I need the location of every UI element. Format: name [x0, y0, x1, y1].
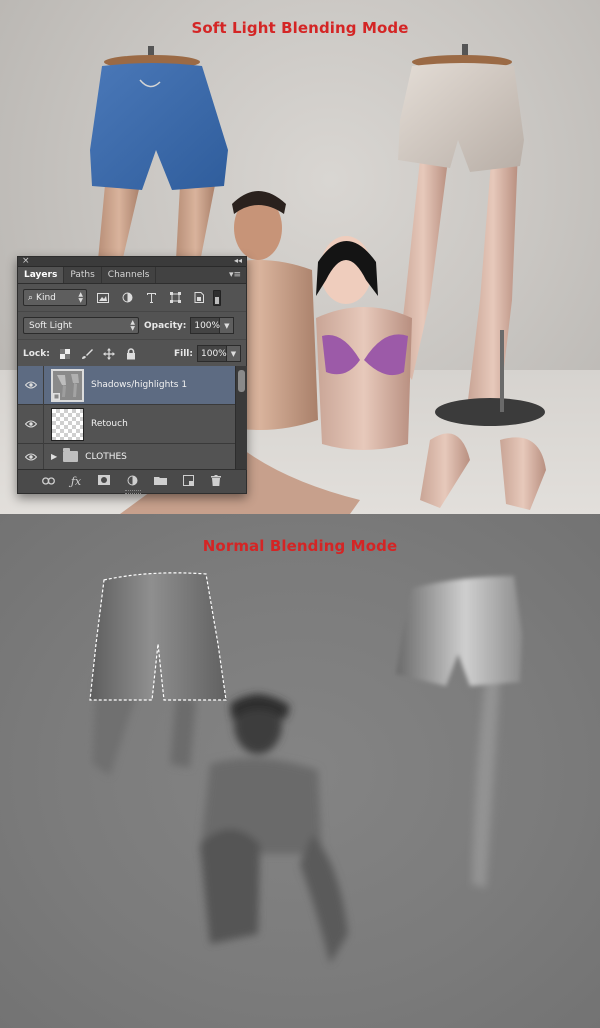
bottom-caption: Normal Blending Mode	[202, 537, 398, 555]
smart-object-filter-icon[interactable]	[191, 290, 207, 306]
adjustment-icon[interactable]	[125, 475, 139, 489]
selected-shorts-grayscale	[89, 572, 227, 776]
adjustment-filter-icon[interactable]	[119, 290, 135, 306]
lock-transparency-icon[interactable]	[58, 347, 72, 361]
normal-mode-scene	[89, 572, 522, 964]
layer-name: Shadows/highlights 1	[91, 380, 188, 390]
folder-icon[interactable]	[153, 475, 167, 488]
stepper-icon: ▲ ▼	[78, 291, 83, 304]
blend-mode-value: Soft Light	[29, 320, 73, 331]
kind-label: Kind	[36, 292, 56, 303]
eye-icon[interactable]	[18, 404, 44, 444]
mask-icon[interactable]	[97, 475, 111, 488]
normal-mode-preview: Normal Blending Mode	[0, 514, 600, 1028]
panel-menu-icon[interactable]: ▾≡	[229, 270, 241, 280]
soft-light-preview: Soft Light Blending Mode × ◂◂ Layers Pat…	[0, 0, 600, 514]
scrollbar-thumb[interactable]	[238, 370, 245, 392]
panel-tabs: Layers Paths Channels ▾≡	[18, 267, 246, 284]
blue-shorts-mannequin	[90, 46, 228, 262]
fx-icon[interactable]: ƒx	[69, 475, 83, 488]
tab-paths[interactable]: Paths	[64, 267, 102, 283]
new-layer-icon[interactable]	[181, 474, 195, 489]
tab-layers[interactable]: Layers	[18, 267, 65, 283]
layer-thumbnail	[51, 407, 84, 441]
lock-position-move-icon[interactable]	[102, 347, 116, 361]
blurred-man-grayscale	[200, 694, 348, 964]
tab-channels[interactable]: Channels	[102, 267, 157, 283]
resize-grip[interactable]	[125, 490, 141, 494]
panel-footer: ƒx	[18, 469, 246, 494]
fill-input[interactable]: 100%	[197, 345, 227, 362]
opacity-dropdown-icon[interactable]: ▼	[220, 317, 235, 334]
woman-mannequin	[316, 236, 412, 450]
blend-mode-select[interactable]: Soft Light ▲ ▼	[23, 317, 139, 334]
lock-row: Lock: Fill: 100% ▼	[18, 340, 246, 368]
shape-filter-icon[interactable]	[167, 290, 183, 306]
collapse-icon[interactable]: ◂◂	[234, 256, 242, 266]
layers-panel: × ◂◂ Layers Paths Channels ▾≡ ⌕ Kind ▲▼	[17, 256, 247, 494]
layer-shadows-highlights[interactable]: Shadows/highlights 1	[18, 366, 235, 405]
lock-all-padlock-icon[interactable]	[124, 347, 138, 361]
eye-icon[interactable]	[18, 366, 44, 405]
layer-list-scrollbar[interactable]	[235, 366, 247, 470]
pixel-filter-icon[interactable]	[95, 290, 111, 306]
trash-icon[interactable]	[209, 474, 223, 489]
opacity-label: Opacity:	[144, 320, 187, 331]
beige-shorts-mannequin	[398, 44, 524, 402]
type-filter-icon[interactable]	[143, 290, 159, 306]
expand-triangle-icon[interactable]: ▶	[51, 452, 57, 461]
filter-row: ⌕ Kind ▲ ▼	[18, 284, 246, 312]
stepper-icon: ▲ ▼	[130, 319, 135, 332]
link-icon[interactable]	[41, 475, 55, 488]
lock-pixels-brush-icon[interactable]	[80, 347, 94, 361]
lock-label: Lock:	[23, 348, 50, 359]
fill-dropdown-icon[interactable]: ▼	[227, 345, 241, 362]
layer-name: Retouch	[91, 419, 128, 429]
close-icon[interactable]: ×	[22, 256, 30, 266]
kind-filter-select[interactable]: ⌕ Kind ▲ ▼	[23, 289, 87, 306]
panel-titlebar[interactable]: × ◂◂	[18, 256, 246, 267]
search-icon: ⌕	[28, 292, 34, 303]
layer-retouch[interactable]: Retouch	[18, 404, 235, 444]
fill-label: Fill:	[173, 348, 193, 359]
layer-group-clothes[interactable]: ▶ CLOTHES	[18, 443, 235, 470]
top-caption: Soft Light Blending Mode	[191, 19, 409, 37]
layer-list: Shadows/highlights 1 Retouch ▶ CLOTHES	[18, 366, 235, 470]
white-shorts-grayscale	[396, 576, 522, 888]
blend-row: Soft Light ▲ ▼ Opacity: 100% ▼	[18, 312, 246, 340]
layer-thumbnail	[51, 368, 84, 402]
layer-name: CLOTHES	[85, 451, 127, 462]
folder-icon	[63, 448, 79, 462]
opacity-input[interactable]: 100%	[190, 317, 221, 334]
eye-icon[interactable]	[18, 443, 44, 470]
filter-toggle[interactable]	[213, 289, 221, 306]
